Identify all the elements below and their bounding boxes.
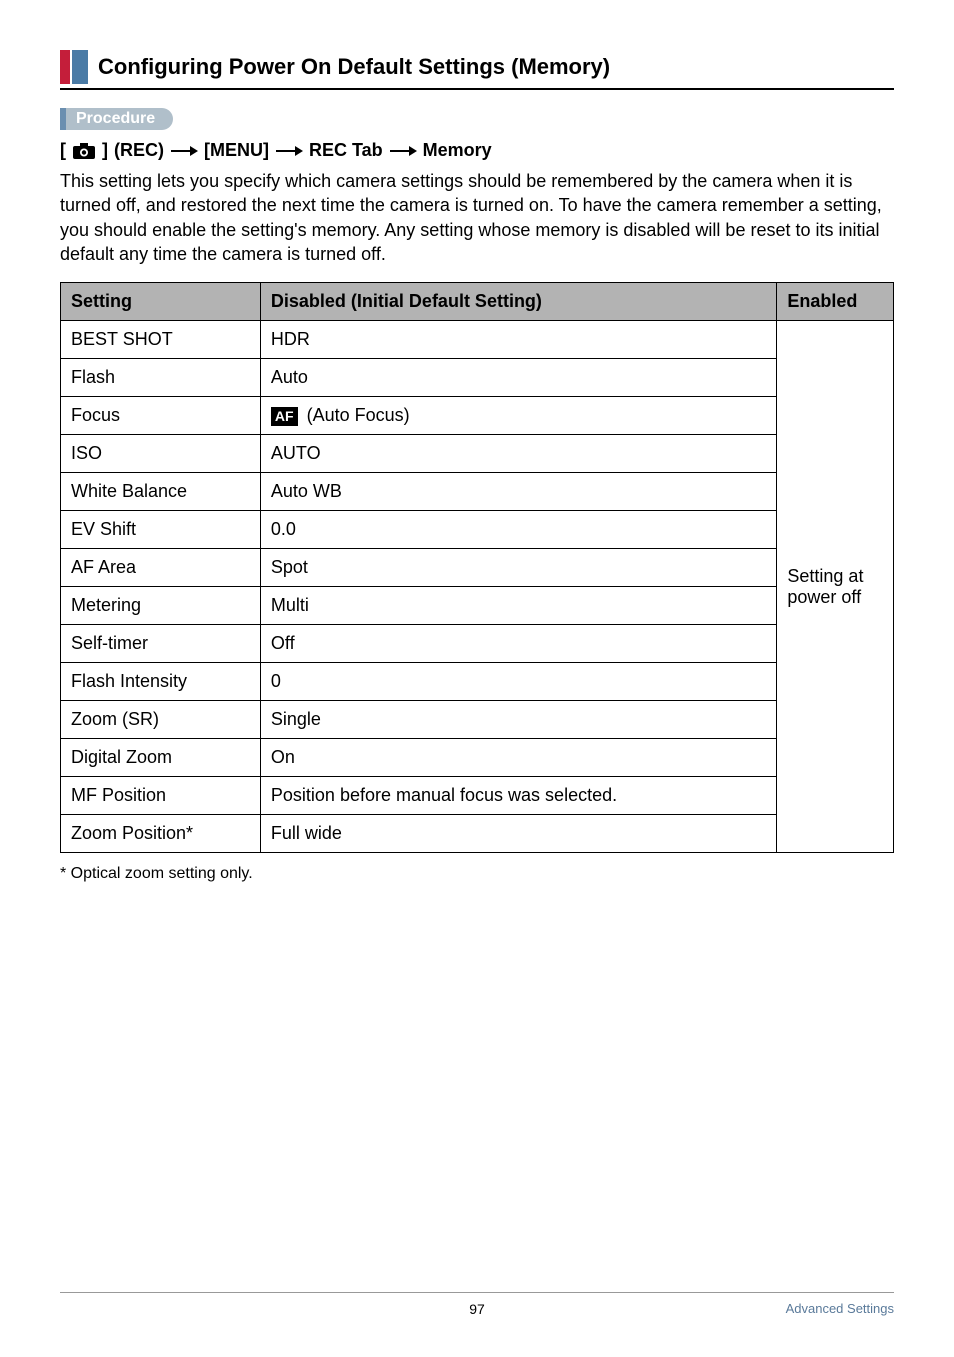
table-row: Self-timer Off bbox=[61, 625, 894, 663]
accent-red-bar bbox=[60, 50, 70, 84]
description-text: This setting lets you specify which came… bbox=[60, 169, 894, 266]
section-header: Configuring Power On Default Settings (M… bbox=[60, 50, 894, 84]
cell-disabled-text: (Auto Focus) bbox=[307, 405, 410, 425]
header-enabled: Enabled bbox=[777, 283, 894, 321]
table-row: Flash Auto bbox=[61, 359, 894, 397]
table-row: Flash Intensity 0 bbox=[61, 663, 894, 701]
arrow-icon bbox=[170, 141, 198, 161]
cell-setting: Zoom (SR) bbox=[61, 701, 261, 739]
table-row: Metering Multi bbox=[61, 587, 894, 625]
table-row: ISO AUTO bbox=[61, 435, 894, 473]
footer-content: 97 Advanced Settings bbox=[60, 1301, 894, 1317]
table-row: BEST SHOT HDR Setting at power off bbox=[61, 321, 894, 359]
cell-setting: MF Position bbox=[61, 777, 261, 815]
table-row: Digital Zoom On bbox=[61, 739, 894, 777]
breadcrumb: [ ] (REC) [MENU] REC Tab Memory bbox=[60, 140, 894, 161]
cell-setting: ISO bbox=[61, 435, 261, 473]
table-row: Zoom Position* Full wide bbox=[61, 815, 894, 853]
cell-disabled: Off bbox=[260, 625, 776, 663]
table-row: EV Shift 0.0 bbox=[61, 511, 894, 549]
cell-setting: Flash bbox=[61, 359, 261, 397]
table-header-row: Setting Disabled (Initial Default Settin… bbox=[61, 283, 894, 321]
breadcrumb-tab: REC Tab bbox=[309, 140, 383, 161]
breadcrumb-target: Memory bbox=[423, 140, 492, 161]
cell-enabled: Setting at power off bbox=[777, 321, 894, 853]
settings-table: Setting Disabled (Initial Default Settin… bbox=[60, 282, 894, 853]
cell-disabled: On bbox=[260, 739, 776, 777]
footnote: * Optical zoom setting only. bbox=[60, 865, 894, 883]
footer: 97 Advanced Settings bbox=[60, 1292, 894, 1317]
cell-disabled: 0.0 bbox=[260, 511, 776, 549]
procedure-label-wrap: Procedure bbox=[60, 108, 894, 130]
table-row: Zoom (SR) Single bbox=[61, 701, 894, 739]
cell-disabled: Multi bbox=[260, 587, 776, 625]
footer-section-name: Advanced Settings bbox=[786, 1301, 894, 1316]
bracket-open: [ bbox=[60, 140, 66, 161]
cell-disabled: AF (Auto Focus) bbox=[260, 397, 776, 435]
cell-disabled: HDR bbox=[260, 321, 776, 359]
cell-setting: White Balance bbox=[61, 473, 261, 511]
cell-setting: Focus bbox=[61, 397, 261, 435]
af-icon: AF bbox=[271, 407, 298, 426]
cell-setting: Metering bbox=[61, 587, 261, 625]
cell-disabled: Full wide bbox=[260, 815, 776, 853]
cell-disabled: Auto bbox=[260, 359, 776, 397]
cell-disabled: AUTO bbox=[260, 435, 776, 473]
cell-setting: Flash Intensity bbox=[61, 663, 261, 701]
procedure-label: Procedure bbox=[66, 108, 173, 130]
footer-divider bbox=[60, 1292, 894, 1293]
table-row: White Balance Auto WB bbox=[61, 473, 894, 511]
cell-disabled: Spot bbox=[260, 549, 776, 587]
cell-setting: Digital Zoom bbox=[61, 739, 261, 777]
arrow-icon bbox=[275, 141, 303, 161]
camera-icon bbox=[72, 142, 96, 160]
cell-disabled: 0 bbox=[260, 663, 776, 701]
section-title: Configuring Power On Default Settings (M… bbox=[98, 50, 610, 84]
page-number: 97 bbox=[469, 1301, 485, 1317]
cell-setting: EV Shift bbox=[61, 511, 261, 549]
accent-blue-bar bbox=[72, 50, 88, 84]
breadcrumb-rec: (REC) bbox=[114, 140, 164, 161]
table-row: Focus AF (Auto Focus) bbox=[61, 397, 894, 435]
table-row: AF Area Spot bbox=[61, 549, 894, 587]
cell-setting: Zoom Position* bbox=[61, 815, 261, 853]
cell-setting: BEST SHOT bbox=[61, 321, 261, 359]
breadcrumb-menu: [MENU] bbox=[204, 140, 269, 161]
cell-disabled: Single bbox=[260, 701, 776, 739]
cell-disabled: Auto WB bbox=[260, 473, 776, 511]
cell-setting: Self-timer bbox=[61, 625, 261, 663]
header-setting: Setting bbox=[61, 283, 261, 321]
header-disabled: Disabled (Initial Default Setting) bbox=[260, 283, 776, 321]
bracket-close: ] bbox=[102, 140, 108, 161]
arrow-icon bbox=[389, 141, 417, 161]
cell-disabled: Position before manual focus was selecte… bbox=[260, 777, 776, 815]
cell-setting: AF Area bbox=[61, 549, 261, 587]
table-row: MF Position Position before manual focus… bbox=[61, 777, 894, 815]
section-underline bbox=[60, 88, 894, 90]
